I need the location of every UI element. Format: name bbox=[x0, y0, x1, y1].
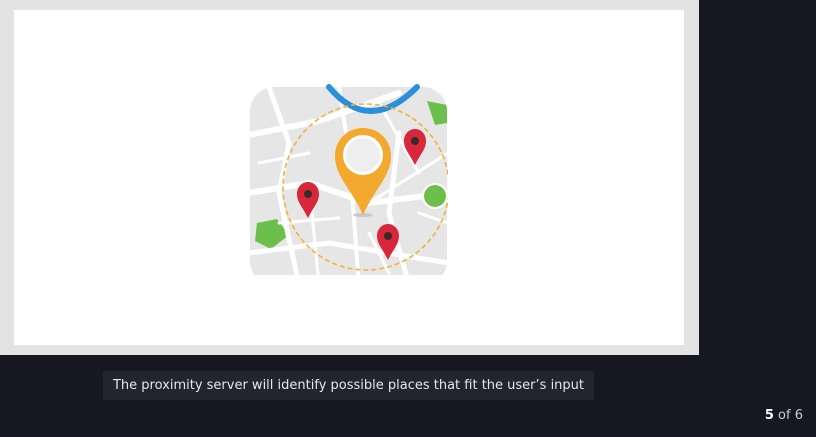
location-map-icon bbox=[250, 84, 448, 275]
slide-counter: 5 of 6 bbox=[765, 408, 803, 423]
counter-separator: of bbox=[778, 408, 791, 423]
place-dot bbox=[424, 185, 446, 207]
slide-caption: The proximity server will identify possi… bbox=[103, 371, 594, 400]
current-slide-number: 5 bbox=[764, 408, 774, 423]
caption-text: The proximity server will identify possi… bbox=[112, 378, 585, 393]
total-slides: 6 bbox=[794, 408, 803, 423]
slide-canvas bbox=[14, 10, 684, 345]
slide-frame bbox=[0, 0, 699, 355]
